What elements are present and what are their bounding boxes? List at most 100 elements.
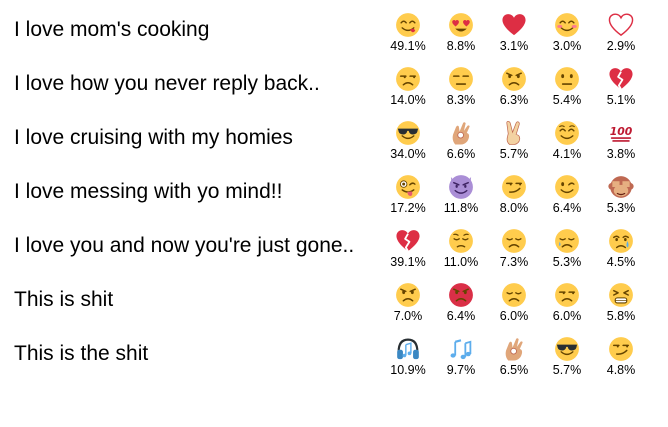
emoji-percentage: 7.0% — [393, 309, 423, 323]
emoji-prediction: 4.8% — [596, 336, 646, 380]
emoji-prediction: 34.0% — [383, 120, 433, 164]
emoji-percentage: 11.0% — [443, 255, 479, 269]
emoji-prediction: 2.9% — [596, 12, 646, 56]
emoji-prediction: 4.5% — [596, 228, 646, 272]
smirking-face-icon — [609, 337, 633, 361]
emoji-percentage: 14.0% — [390, 93, 426, 107]
headphone-icon — [397, 338, 419, 360]
emoji-prediction: 5.7% — [542, 336, 592, 380]
emoji-prediction: 6.0% — [489, 282, 539, 326]
emoji-percentage: 7.3% — [499, 255, 529, 269]
expressionless-face-icon — [449, 67, 473, 91]
relieved-face-icon — [555, 121, 579, 145]
emoji-percentage: 34.0% — [390, 147, 426, 161]
emoji-percentage: 8.3% — [446, 93, 476, 107]
emoji-prediction: 5.1% — [596, 66, 646, 110]
emoji-percentage: 9.7% — [446, 363, 476, 377]
smiling-face-with-horns-icon — [449, 175, 473, 199]
sentence-text: I love how you never reply back.. — [14, 72, 320, 95]
emoji-percentage: 6.0% — [499, 309, 529, 323]
victory-hand-icon — [506, 121, 521, 145]
emoji-prediction: 11.8% — [436, 174, 486, 218]
emoji-prediction: 6.0% — [542, 282, 592, 326]
hundred-points-icon: 100 — [610, 125, 633, 142]
emoji-prediction: 11.0% — [436, 228, 486, 272]
emoji-prediction: 6.4% — [436, 282, 486, 326]
emoji-percentage: 5.3% — [606, 201, 636, 215]
emoji-percentage: 6.6% — [446, 147, 476, 161]
ok-hand-icon — [452, 122, 470, 145]
neutral-face-icon — [555, 67, 579, 91]
emoji-prediction: 9.7% — [436, 336, 486, 380]
emoji-prediction: 100 3.8% — [596, 120, 646, 164]
sentence-row: I love cruising with my homies 34.0% 6.6% 5… — [0, 110, 668, 164]
emoji-prediction: 39.1% — [383, 228, 433, 272]
emoji-prediction: 6.4% — [542, 174, 592, 218]
emoji-prediction: 7.0% — [383, 282, 433, 326]
winking-face-icon — [555, 175, 579, 199]
winking-face-with-tongue-icon — [396, 175, 420, 199]
sentence-text: This is the shit — [14, 342, 149, 365]
emoji-prediction: 7.3% — [489, 228, 539, 272]
emoji-prediction: 8.0% — [489, 174, 539, 218]
emoji-prediction: 8.3% — [436, 66, 486, 110]
emoji-percentage: 4.8% — [606, 363, 636, 377]
emoji-prediction: 5.3% — [542, 228, 592, 272]
emoji-prediction: 4.1% — [542, 120, 592, 164]
emoji-prediction: 5.4% — [542, 66, 592, 110]
emoji-percentage: 10.9% — [390, 363, 426, 377]
emoji-prediction-table: I love mom's cooking 49.1% 8.8% 3.1% 3.0% 2.9… — [0, 0, 668, 427]
emoji-percentage: 5.4% — [552, 93, 582, 107]
musical-notes-icon — [450, 339, 472, 360]
emoji-prediction: 5.7% — [489, 120, 539, 164]
white-heart-outline-icon — [608, 13, 634, 37]
emoji-percentage: 4.5% — [606, 255, 636, 269]
emoji-percentage: 6.0% — [552, 309, 582, 323]
sentence-text: I love mom's cooking — [14, 18, 210, 41]
emoji-prediction: 49.1% — [383, 12, 433, 56]
emoji-prediction: 5.8% — [596, 282, 646, 326]
smiling-face-with-smiling-eyes-icon — [555, 13, 579, 37]
emoji-percentage: 3.1% — [499, 39, 529, 53]
heart-eyes-face-icon — [449, 13, 473, 37]
angry-face-icon — [502, 67, 526, 91]
emoji-prediction: 3.1% — [489, 12, 539, 56]
emoji-percentage: 17.2% — [390, 201, 426, 215]
red-heart-icon — [502, 14, 526, 36]
unamused-face-icon — [396, 67, 420, 91]
emoji-percentage: 2.9% — [606, 39, 636, 53]
disappointed-face-icon — [502, 283, 526, 307]
emoji-percentage: 5.7% — [552, 363, 582, 377]
emoji-percentage: 5.3% — [552, 255, 582, 269]
see-no-evil-monkey-icon — [608, 176, 634, 198]
emoji-prediction: 6.6% — [436, 120, 486, 164]
unamused-face-icon — [555, 283, 579, 307]
emoji-percentage: 3.8% — [606, 147, 636, 161]
sentence-row: This is the shit 10.9% 9.7% 6.5% 5.7% 4.8% — [0, 326, 668, 380]
sentence-text: I love messing with yo mind!! — [14, 180, 283, 203]
face-savoring-food-icon — [396, 13, 420, 37]
smirking-face-icon — [502, 175, 526, 199]
sentence-row: I love how you never reply back.. 14.0% 8.… — [0, 56, 668, 110]
smiling-face-with-sunglasses-icon — [396, 121, 420, 145]
sentence-row: This is shit 7.0% 6.4% 6.0% 6.0% 5.8% — [0, 272, 668, 326]
emoji-percentage: 5.8% — [606, 309, 636, 323]
emoji-percentage: 5.1% — [606, 93, 636, 107]
sleepy-face-icon — [555, 229, 579, 253]
emoji-percentage: 8.0% — [499, 201, 529, 215]
emoji-prediction: 6.5% — [489, 336, 539, 380]
sentence-row: I love messing with yo mind!! 17.2% 11.8% 8… — [0, 164, 668, 218]
pouting-face-icon — [449, 283, 473, 307]
emoji-percentage: 5.7% — [499, 147, 529, 161]
emoji-prediction: 5.3% — [596, 174, 646, 218]
emoji-prediction: 6.3% — [489, 66, 539, 110]
emoji-percentage: 6.3% — [499, 93, 529, 107]
emoji-prediction: 3.0% — [542, 12, 592, 56]
emoji-percentage: 6.5% — [499, 363, 529, 377]
crying-face-icon — [609, 229, 633, 253]
sentence-row: I love mom's cooking 49.1% 8.8% 3.1% 3.0% 2.9… — [0, 2, 668, 56]
sentence-text: This is shit — [14, 288, 114, 311]
broken-heart-icon — [609, 68, 633, 90]
emoji-percentage: 6.4% — [552, 201, 582, 215]
disappointed-face-icon — [502, 229, 526, 253]
